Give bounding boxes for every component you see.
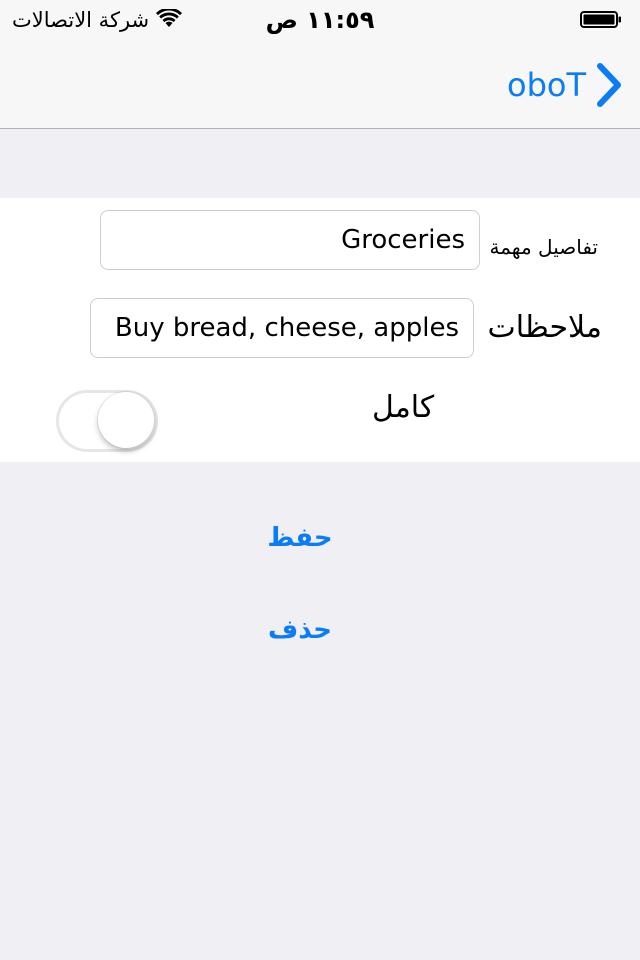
navigation-bar: oboT — [0, 40, 640, 129]
notes-field[interactable] — [90, 298, 474, 358]
delete-button[interactable]: حذف — [250, 614, 350, 646]
battery-full-icon — [580, 11, 622, 28]
status-time: ١١:٥٩ ص — [265, 6, 375, 34]
task-details-label: تفاصيل مهمة — [489, 235, 598, 259]
notes-label: ملاحظات — [487, 310, 602, 345]
complete-label: كامل — [372, 390, 435, 425]
status-bar: شركة الاتصالات ١١:٥٩ ص — [0, 0, 640, 40]
save-button[interactable]: حفظ — [250, 522, 350, 554]
chevron-right-icon — [596, 63, 622, 107]
toggle-knob — [98, 392, 154, 448]
back-button[interactable]: oboT — [507, 63, 622, 107]
task-details-field[interactable] — [100, 210, 480, 270]
complete-toggle[interactable] — [56, 390, 158, 452]
back-button-label: oboT — [506, 66, 586, 104]
